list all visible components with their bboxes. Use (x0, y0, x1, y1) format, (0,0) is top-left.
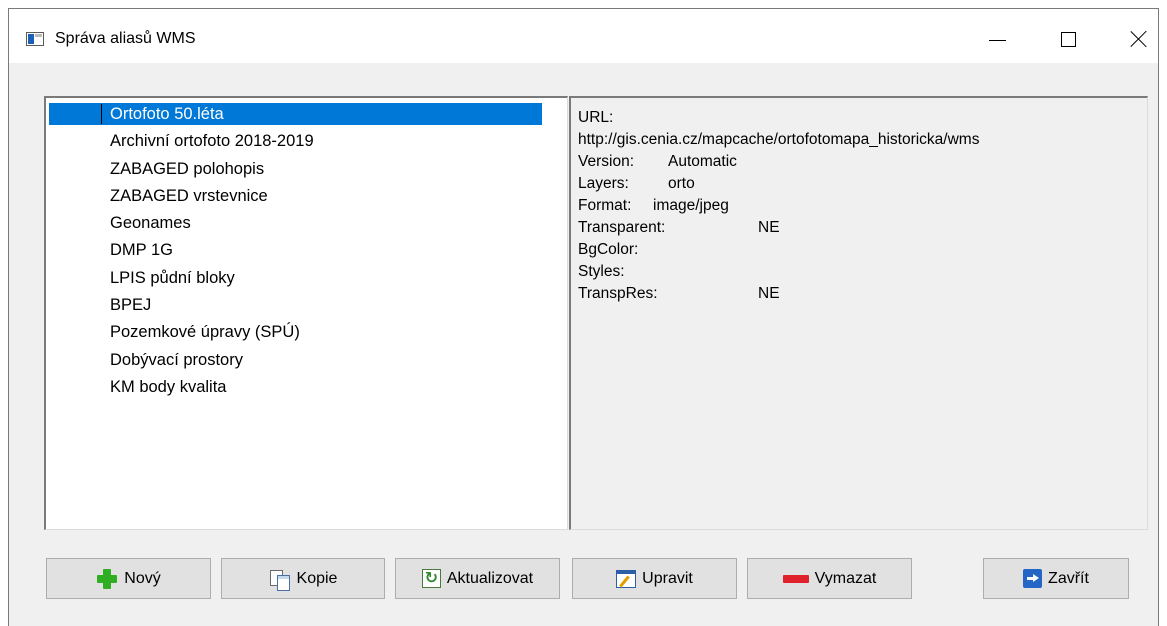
list-item[interactable]: ZABAGED polohopis (46, 156, 567, 183)
layers-label: Layers: (578, 175, 629, 192)
list-item-label: Geonames (110, 214, 191, 233)
list-item[interactable]: Dobývací prostory (46, 347, 567, 374)
copy-button[interactable]: Kopie (221, 558, 385, 599)
exit-icon (1023, 569, 1043, 588)
close-icon (1130, 30, 1148, 48)
list-item-label: Ortofoto 50.léta (110, 105, 224, 123)
transpres-label: TranspRes: (578, 285, 658, 302)
copy-icon (269, 568, 291, 591)
refresh-button-label: Aktualizovat (446, 569, 534, 587)
alias-details-panel: URL: http://gis.cenia.cz/mapcache/ortofo… (569, 96, 1148, 530)
window-title: Správa aliasů WMS (55, 30, 196, 47)
list-item-label: BPEJ (110, 296, 152, 315)
maximize-icon (1060, 31, 1076, 47)
alias-list[interactable]: Ortofoto 50.léta Archivní ortofoto 2018-… (44, 96, 568, 530)
list-item[interactable]: Geonames (46, 210, 567, 237)
delete-button-label: Vymazat (814, 569, 877, 587)
list-item[interactable]: KM body kvalita (46, 374, 567, 401)
edit-icon (616, 569, 637, 588)
list-item-label: ZABAGED vrstevnice (110, 186, 268, 205)
delete-button[interactable]: Vymazat (747, 558, 912, 599)
list-item[interactable]: BPEJ (46, 292, 567, 319)
list-item-label: Dobývací prostory (110, 350, 243, 369)
format-value: image/jpeg (653, 197, 729, 214)
transparent-label: Transparent: (578, 219, 666, 236)
url-label: URL: (578, 109, 614, 126)
format-label: Format: (578, 197, 632, 214)
styles-label: Styles: (578, 263, 625, 280)
list-item[interactable]: ZABAGED vrstevnice (46, 183, 567, 210)
list-item-label: Archivní ortofoto 2018-2019 (110, 132, 314, 151)
close-button-label: Zavřít (1048, 569, 1089, 587)
list-item-label: ZABAGED polohopis (110, 159, 265, 178)
url-value: http://gis.cenia.cz/mapcache/ortofotomap… (578, 131, 980, 148)
list-item-label: DMP 1G (110, 241, 173, 260)
list-item[interactable]: DMP 1G (46, 237, 567, 264)
maximize-button[interactable] (1045, 19, 1091, 59)
list-item-label: KM body kvalita (110, 377, 227, 396)
list-item[interactable]: Archivní ortofoto 2018-2019 (46, 128, 567, 155)
transpres-value: NE (758, 285, 780, 302)
edit-button[interactable]: Upravit (572, 558, 737, 599)
focus-caret (101, 104, 102, 124)
close-window-button[interactable] (1116, 19, 1162, 59)
new-button-label: Nový (124, 569, 161, 587)
bgcolor-label: BgColor: (578, 241, 639, 258)
minimize-button[interactable] (974, 19, 1020, 59)
refresh-icon: ↻ (421, 569, 441, 588)
version-label: Version: (578, 153, 635, 170)
plus-icon (96, 568, 118, 590)
app-icon (26, 32, 44, 46)
minus-icon (782, 574, 809, 583)
list-item[interactable]: Pozemkové úpravy (SPÚ) (46, 319, 567, 346)
list-item-label: Pozemkové úpravy (SPÚ) (110, 323, 300, 342)
new-button[interactable]: Nový (46, 558, 211, 599)
transparent-value: NE (758, 219, 780, 236)
edit-button-label: Upravit (642, 569, 693, 587)
layers-value: orto (668, 175, 695, 192)
close-button[interactable]: Zavřít (983, 558, 1129, 599)
copy-button-label: Kopie (296, 569, 338, 587)
list-item[interactable]: Ortofoto 50.léta (49, 103, 542, 125)
list-item-label: LPIS půdní bloky (110, 268, 235, 287)
list-item[interactable]: LPIS půdní bloky (46, 265, 567, 292)
version-value: Automatic (668, 153, 737, 170)
title-bar[interactable]: Správa aliasů WMS (9, 9, 1158, 63)
refresh-button[interactable]: ↻ Aktualizovat (395, 558, 560, 599)
minimize-icon (988, 39, 1006, 41)
